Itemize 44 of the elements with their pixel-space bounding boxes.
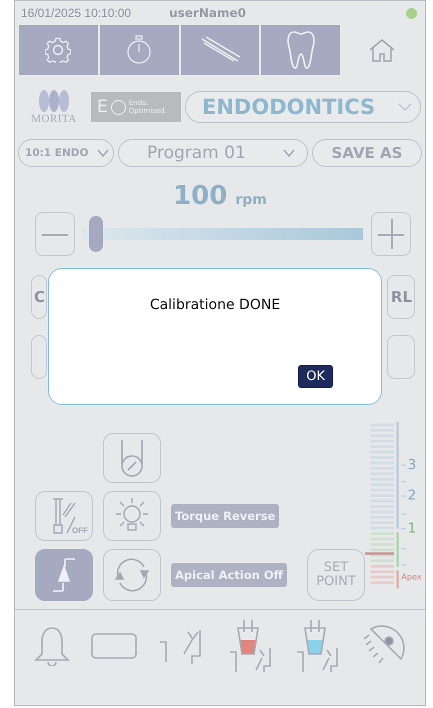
ok-button[interactable]: OK: [298, 365, 333, 388]
pedal-toggle[interactable]: [35, 549, 93, 601]
background-button[interactable]: C: [31, 275, 47, 319]
slider-thumb[interactable]: [89, 216, 103, 252]
morita-logo: MORITA: [21, 89, 87, 125]
set-point-button[interactable]: SET POINT: [307, 549, 365, 601]
home-icon: [368, 38, 396, 62]
tooth-icon: [286, 30, 316, 70]
gear-icon: [45, 37, 72, 63]
holder-icon: [119, 439, 145, 477]
date-time: 16/01/2025 10:10:00: [21, 6, 132, 20]
decrease-button[interactable]: [35, 212, 75, 256]
bell-icon[interactable]: [32, 626, 71, 666]
handpiece-dropdown[interactable]: 10:1 ENDO: [18, 139, 114, 167]
dialog-message: Calibratione DONE: [150, 297, 280, 313]
chevron-icon: [398, 103, 412, 111]
pedal-icon: [51, 557, 77, 593]
holder-toggle[interactable]: [103, 433, 161, 483]
scale-label: 2: [408, 488, 416, 504]
background-button[interactable]: RL: [387, 275, 415, 319]
scale-label: 1: [408, 520, 416, 536]
background-button[interactable]: [31, 335, 47, 379]
scale-label: Apex: [401, 571, 422, 582]
scale-label: 3: [408, 456, 416, 473]
program-dropdown[interactable]: Program 01: [118, 139, 308, 167]
chevron-icon: [97, 149, 109, 157]
save-as-button[interactable]: SAVE AS: [312, 139, 422, 167]
timer-tab[interactable]: [100, 25, 179, 75]
user-name: userName0: [169, 6, 246, 20]
rectangle-icon[interactable]: [90, 631, 138, 661]
chevron-icon: [283, 149, 295, 157]
tooth-tab[interactable]: [261, 25, 340, 75]
settings-tab[interactable]: [19, 25, 98, 75]
light-toggle[interactable]: [103, 491, 161, 541]
background-button[interactable]: [387, 335, 415, 379]
stopwatch-icon: [126, 35, 152, 65]
mode-label: Apical Action Off: [171, 563, 287, 587]
mode-dropdown[interactable]: ENDODONTICS: [185, 91, 421, 123]
mode-label: Torque Reverse: [171, 504, 280, 528]
handpiece-tab[interactable]: [180, 25, 260, 75]
speed-value: 100: [173, 181, 228, 211]
increase-button[interactable]: [371, 212, 411, 256]
rotation-toggle[interactable]: [103, 549, 161, 601]
speed-unit: rpm: [235, 192, 267, 208]
